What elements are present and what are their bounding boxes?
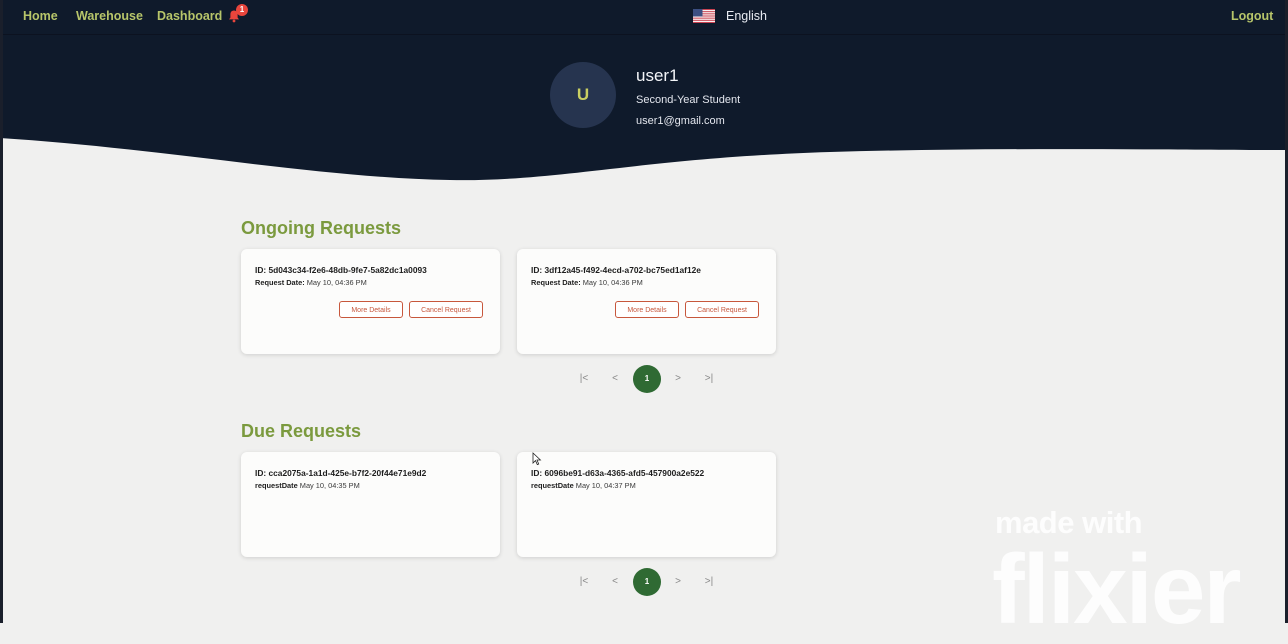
request-id: ID: 6096be91-d63a-4365-afd5-457900a2e522 <box>531 468 705 478</box>
request-id: ID: 5d043c34-f2e6-48db-9fe7-5a82dc1a0093 <box>255 265 427 275</box>
ongoing-requests-title: Ongoing Requests <box>241 218 402 238</box>
request-date: Request Date: May 10, 04:36 PM <box>255 278 367 287</box>
request-date-value: May 10, 04:36 PM <box>582 278 643 287</box>
nav-dashboard-link[interactable]: Dashboard <box>157 9 222 23</box>
cancel-request-button[interactable]: Cancel Request <box>685 301 759 318</box>
logout-link[interactable]: Logout <box>1231 9 1273 23</box>
prev-page-icon[interactable]: < <box>604 365 626 393</box>
window-frame-left <box>0 0 3 623</box>
notification-badge: 1 <box>236 4 248 16</box>
nav-home-link[interactable]: Home <box>23 9 58 23</box>
next-page-icon[interactable]: > <box>667 568 689 596</box>
ongoing-request-card: ID: 5d043c34-f2e6-48db-9fe7-5a82dc1a0093… <box>241 249 500 354</box>
mouse-cursor-icon <box>532 452 542 466</box>
cancel-request-button[interactable]: Cancel Request <box>409 301 483 318</box>
due-request-card: ID: 6096be91-d63a-4365-afd5-457900a2e522… <box>517 452 776 557</box>
request-date-value: May 10, 04:37 PM <box>575 481 636 490</box>
top-navigation: Home Warehouse Dashboard 1 English Logou… <box>0 0 1288 34</box>
due-pagination: |< < 1 > >| <box>573 568 723 596</box>
first-page-icon[interactable]: |< <box>573 568 595 596</box>
due-requests-title: Due Requests <box>241 421 362 441</box>
request-id: ID: cca2075a-1a1d-425e-b7f2-20f44e71e9d2 <box>255 468 427 478</box>
profile-email: user1@gmail.com <box>636 115 725 127</box>
us-flag-icon <box>693 9 715 23</box>
request-id: ID: 3df12a45-f492-4ecd-a702-bc75ed1af12e <box>531 265 701 275</box>
next-page-icon[interactable]: > <box>667 365 689 393</box>
request-date-label: requestDate <box>531 481 574 490</box>
more-details-button[interactable]: More Details <box>339 301 403 318</box>
ongoing-request-card: ID: 3df12a45-f492-4ecd-a702-bc75ed1af12e… <box>517 249 776 354</box>
request-date: requestDate May 10, 04:37 PM <box>531 481 636 490</box>
request-date: Request Date: May 10, 04:36 PM <box>531 278 643 287</box>
language-selector[interactable]: English <box>693 8 767 24</box>
request-date-label: Request Date: <box>255 278 305 287</box>
request-date: requestDate May 10, 04:35 PM <box>255 481 360 490</box>
nav-warehouse-link[interactable]: Warehouse <box>76 9 143 23</box>
profile-role: Second-Year Student <box>636 94 741 106</box>
current-page-button[interactable]: 1 <box>633 568 661 596</box>
avatar: U <box>550 62 616 128</box>
request-date-label: requestDate <box>255 481 298 490</box>
prev-page-icon[interactable]: < <box>604 568 626 596</box>
due-request-card: ID: cca2075a-1a1d-425e-b7f2-20f44e71e9d2… <box>241 452 500 557</box>
watermark-flixier: flixier <box>992 534 1241 644</box>
last-page-icon[interactable]: >| <box>698 365 720 393</box>
request-date-value: May 10, 04:36 PM <box>306 278 367 287</box>
nav-divider <box>0 34 1288 35</box>
more-details-button[interactable]: More Details <box>615 301 679 318</box>
current-page-button[interactable]: 1 <box>633 365 661 393</box>
ongoing-pagination: |< < 1 > >| <box>573 365 723 393</box>
request-date-label: Request Date: <box>531 278 581 287</box>
first-page-icon[interactable]: |< <box>573 365 595 393</box>
last-page-icon[interactable]: >| <box>698 568 720 596</box>
request-date-value: May 10, 04:35 PM <box>299 481 360 490</box>
profile-name: user1 <box>636 66 679 85</box>
language-label: English <box>726 9 767 23</box>
